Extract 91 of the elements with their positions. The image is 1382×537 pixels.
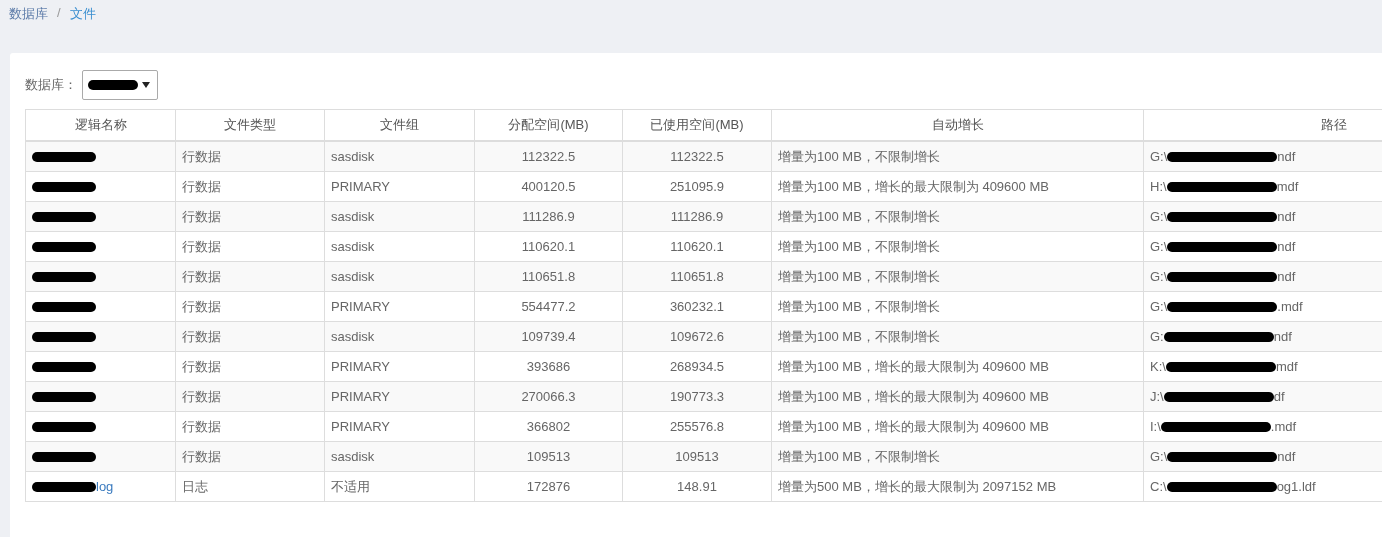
caret-icon <box>142 82 150 88</box>
path-text: ndf <box>1277 149 1296 164</box>
path-text: J:\ <box>1150 389 1164 404</box>
path-text: H:\ <box>1150 179 1167 194</box>
table-cell: 400120.5 <box>474 171 623 202</box>
table-cell: 行数据 <box>175 441 325 472</box>
path-text: G:\ <box>1150 149 1168 164</box>
table-cell: sasdisk <box>324 201 475 232</box>
path-text: ndf <box>1277 239 1296 254</box>
table-cell: 日志 <box>175 471 325 502</box>
path-text: K:\ <box>1150 359 1166 374</box>
table-cell: 行数据 <box>175 351 325 382</box>
table-cell: 112322.5 <box>622 141 772 172</box>
table-cell: 111286.9 <box>474 201 623 232</box>
path-text: df <box>1273 389 1285 404</box>
table-cell: 148.91 <box>622 471 772 502</box>
table-cell: 增量为100 MB，不限制增长 <box>771 201 1144 232</box>
path-text: G:\ <box>1150 299 1168 314</box>
table-cell: 增量为100 MB，不限制增长 <box>771 261 1144 292</box>
breadcrumb-link[interactable]: 数据库 <box>9 5 48 23</box>
table-cell: 行数据 <box>175 261 325 292</box>
table-cell: 251095.9 <box>622 171 772 202</box>
breadcrumb-separator: / <box>57 5 61 20</box>
table-cell: 190773.3 <box>622 381 772 412</box>
table-cell: 增量为100 MB，不限制增长 <box>771 441 1144 472</box>
table-cell: 360232.1 <box>622 291 772 322</box>
file-name-link[interactable]: log <box>96 479 114 494</box>
table-cell: 366802 <box>474 411 623 442</box>
table-cell: 增量为100 MB，增长的最大限制为 409600 MB <box>771 171 1144 202</box>
table-cell: 行数据 <box>175 411 325 442</box>
table-cell: 255576.8 <box>622 411 772 442</box>
table-cell: 增量为100 MB，增长的最大限制为 409600 MB <box>771 381 1144 412</box>
path-text: mdf <box>1276 179 1299 194</box>
table-cell: 行数据 <box>175 201 325 232</box>
table-cell: 109672.6 <box>622 321 772 352</box>
filter-label: 数据库： <box>25 76 77 94</box>
table-cell: 110620.1 <box>622 231 772 262</box>
table-cell: 110651.8 <box>622 261 772 292</box>
path-text: C:\ <box>1150 479 1167 494</box>
table-cell: PRIMARY <box>324 291 475 322</box>
table-cell: 393686 <box>474 351 623 382</box>
table-cell: 增量为100 MB，增长的最大限制为 409600 MB <box>771 351 1144 382</box>
table-cell: 不适用 <box>324 471 475 502</box>
table-cell: 行数据 <box>175 141 325 172</box>
table-cell: sasdisk <box>324 141 475 172</box>
path-text: I:\ <box>1150 419 1161 434</box>
path-text: ndf <box>1273 329 1292 344</box>
table-cell: 112322.5 <box>474 141 623 172</box>
table-cell: sasdisk <box>324 261 475 292</box>
path-text: ndf <box>1277 449 1296 464</box>
table-cell: 行数据 <box>175 321 325 352</box>
path-text: og1.ldf <box>1276 479 1316 494</box>
table-cell: 增量为100 MB，不限制增长 <box>771 321 1144 352</box>
table-cell: sasdisk <box>324 441 475 472</box>
table-cell: sasdisk <box>324 231 475 262</box>
table-cell: 109739.4 <box>474 321 623 352</box>
table-cell: 110651.8 <box>474 261 623 292</box>
table-cell: 270066.3 <box>474 381 623 412</box>
table-cell: 172876 <box>474 471 623 502</box>
table-cell: 增量为100 MB，不限制增长 <box>771 141 1144 172</box>
path-text: G:\ <box>1150 239 1168 254</box>
path-text: G:\ <box>1150 449 1168 464</box>
table-cell: 行数据 <box>175 381 325 412</box>
table-cell: 268934.5 <box>622 351 772 382</box>
table-cell: 增量为100 MB，增长的最大限制为 409600 MB <box>771 411 1144 442</box>
path-text: ndf <box>1277 269 1296 284</box>
path-text: ndf <box>1277 209 1296 224</box>
table-cell: 行数据 <box>175 231 325 262</box>
table-cell: PRIMARY <box>324 171 475 202</box>
table-cell: 增量为100 MB，不限制增长 <box>771 291 1144 322</box>
database-select[interactable] <box>82 70 158 100</box>
table-cell: 行数据 <box>175 171 325 202</box>
path-text: .mdf <box>1277 299 1303 314</box>
table-cell: 110620.1 <box>474 231 623 262</box>
table-cell: 行数据 <box>175 291 325 322</box>
breadcrumb-link[interactable]: 文件 <box>69 5 96 23</box>
table-cell: 109513 <box>622 441 772 472</box>
table-cell: 109513 <box>474 441 623 472</box>
table-cell: 增量为500 MB，增长的最大限制为 2097152 MB <box>771 471 1144 502</box>
table-cell: 111286.9 <box>622 201 772 232</box>
table-cell: 增量为100 MB，不限制增长 <box>771 231 1144 262</box>
path-text: mdf <box>1275 359 1298 374</box>
table-cell: PRIMARY <box>324 381 475 412</box>
path-text: G:\ <box>1150 209 1168 224</box>
table-cell: 554477.2 <box>474 291 623 322</box>
path-text: G:\ <box>1150 269 1168 284</box>
path-text: G: <box>1150 329 1164 344</box>
table-cell: sasdisk <box>324 321 475 352</box>
table-cell: PRIMARY <box>324 411 475 442</box>
table-cell: PRIMARY <box>324 351 475 382</box>
path-text: .mdf <box>1270 419 1297 434</box>
